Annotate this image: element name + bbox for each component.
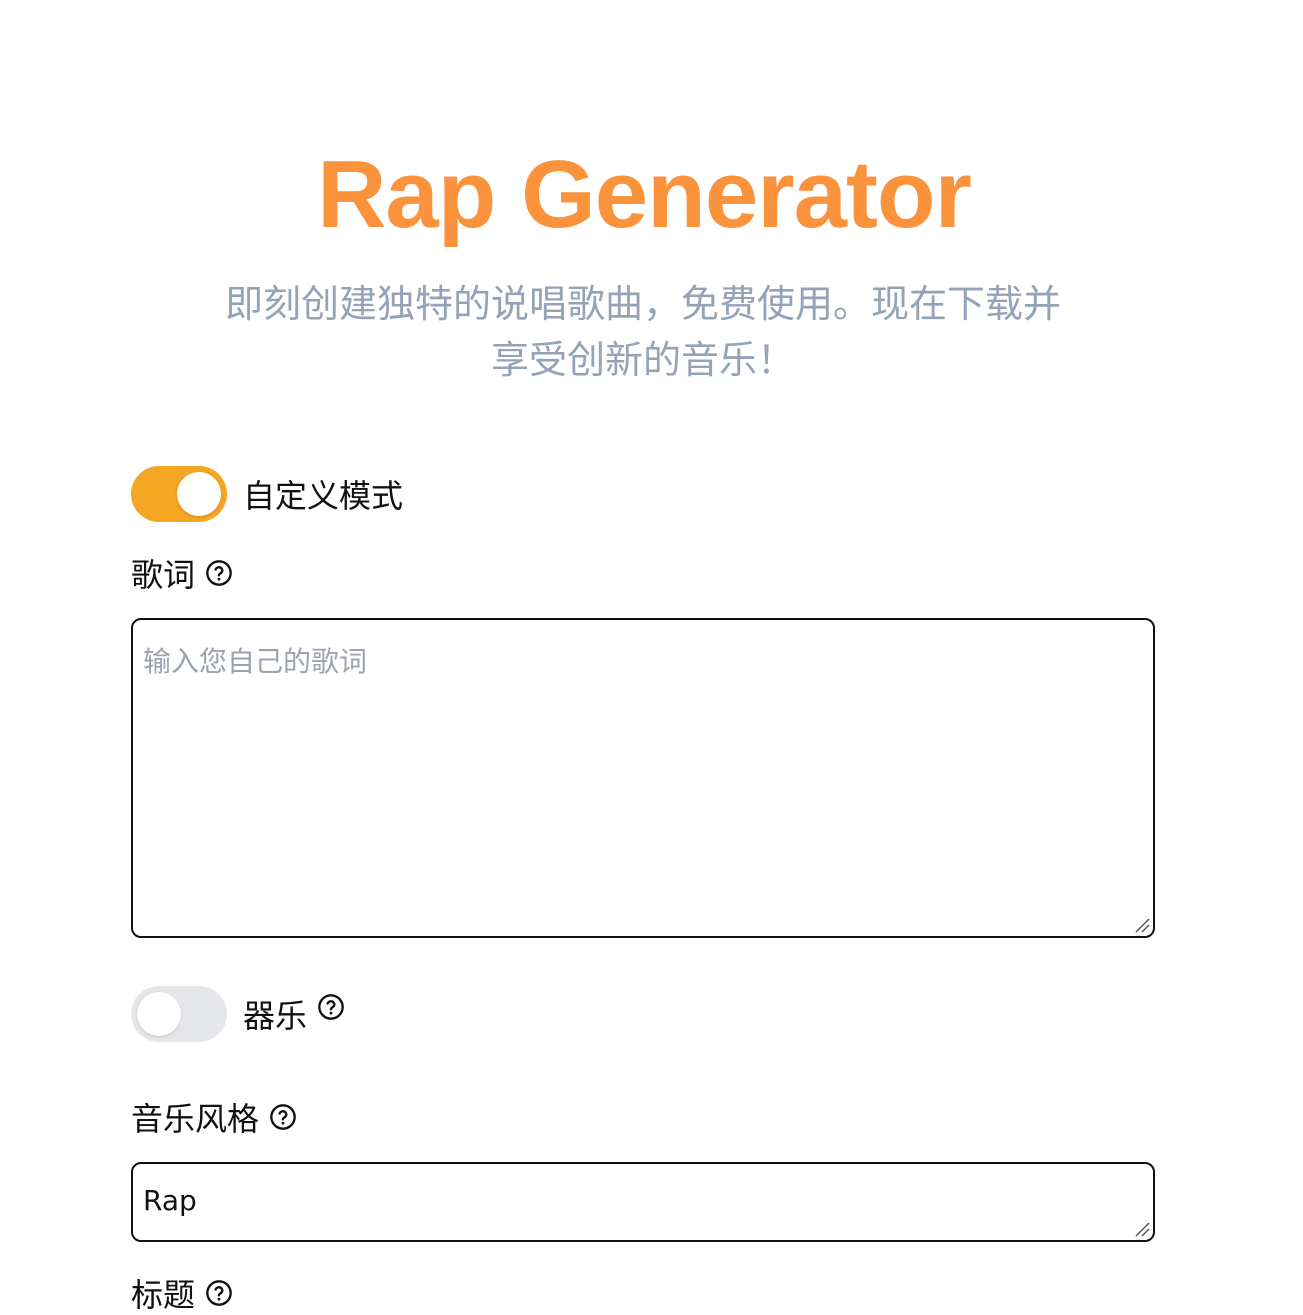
resize-grip-icon[interactable] (1134, 1221, 1150, 1237)
page-title: Rap Generator (317, 141, 972, 248)
style-label-text: 音乐风格 (131, 1100, 260, 1138)
style-label: 音乐风格 (131, 1094, 297, 1140)
question-circle-icon[interactable] (269, 1103, 297, 1131)
custom-mode-row: 自定义模式 (131, 466, 403, 522)
rap-generator-page: Rap Generator 即刻创建独特的说唱歌曲，免费使用。现在下载并 享受创… (0, 0, 1303, 1315)
style-value: Rap (143, 1184, 197, 1217)
instrumental-label: 器乐 (243, 991, 345, 1037)
lyrics-textarea[interactable]: 输入您自己的歌词 (131, 618, 1155, 938)
title-label: 标题 (131, 1270, 233, 1315)
instrumental-row: 器乐 (131, 986, 345, 1042)
custom-mode-toggle[interactable] (131, 466, 227, 522)
page-subtitle: 即刻创建独特的说唱歌曲，免费使用。现在下载并 享受创新的音乐！ (195, 276, 1091, 388)
question-circle-icon[interactable] (205, 559, 233, 587)
subtitle-line-2: 享受创新的音乐！ (490, 338, 795, 382)
lyrics-placeholder: 输入您自己的歌词 (143, 645, 368, 678)
instrumental-toggle[interactable] (131, 986, 227, 1042)
question-circle-icon[interactable] (317, 993, 345, 1021)
lyrics-label: 歌词 (131, 550, 233, 596)
toggle-knob (137, 992, 181, 1036)
resize-grip-icon[interactable] (1134, 917, 1150, 933)
custom-mode-label: 自定义模式 (243, 477, 404, 515)
toggle-knob (177, 472, 221, 516)
style-textarea[interactable]: Rap (131, 1162, 1155, 1242)
lyrics-label-text: 歌词 (131, 556, 196, 594)
question-circle-icon[interactable] (205, 1279, 233, 1307)
title-label-text: 标题 (131, 1276, 196, 1314)
instrumental-label-text: 器乐 (243, 997, 308, 1035)
subtitle-line-1: 即刻创建独特的说唱歌曲，免费使用。现在下载并 (224, 282, 1061, 326)
